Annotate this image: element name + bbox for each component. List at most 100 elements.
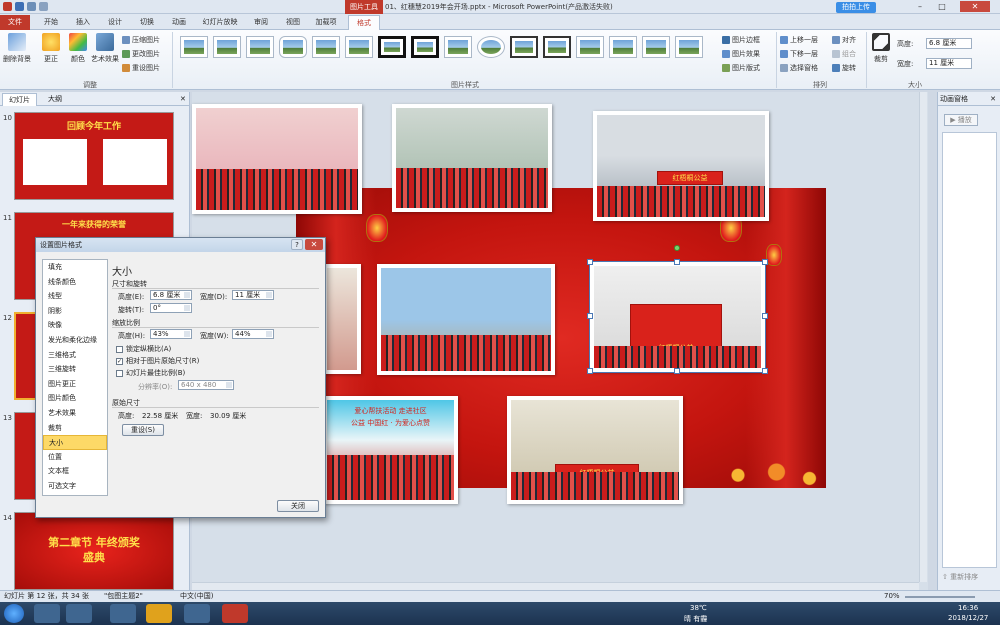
rotate-button[interactable]: 旋转 [832, 63, 856, 73]
picture-layout-button[interactable]: 图片版式 [722, 63, 760, 73]
category-3d-rotation[interactable]: 三维旋转 [43, 362, 107, 377]
picture-style-2[interactable] [213, 36, 241, 58]
category-3d-format[interactable]: 三维格式 [43, 348, 107, 363]
resize-handle[interactable] [674, 259, 680, 265]
help-button[interactable]: ? [291, 239, 303, 250]
resize-handle[interactable] [587, 313, 593, 319]
tab-view[interactable]: 视图 [280, 15, 306, 30]
remove-background-button[interactable]: 删除背景 [2, 33, 32, 64]
undo-icon[interactable] [27, 2, 36, 11]
tab-format[interactable]: 格式 [348, 15, 380, 30]
picture-style-5[interactable] [312, 36, 340, 58]
picture-style-7[interactable] [378, 36, 406, 58]
relative-size-checkbox[interactable]: ✓ 相对于图片原始尺寸(R) [116, 356, 199, 366]
picture-style-1[interactable] [180, 36, 208, 58]
best-scale-checkbox[interactable]: 幻灯片最佳比例(B) [116, 368, 185, 378]
resize-handle[interactable] [762, 313, 768, 319]
category-line-color[interactable]: 线条颜色 [43, 275, 107, 290]
close-pane-icon[interactable]: ✕ [990, 92, 996, 106]
category-position[interactable]: 位置 [43, 450, 107, 465]
cloud-upload[interactable]: 拍拍上传 [828, 1, 898, 13]
scale-height-input[interactable]: 43% [150, 329, 192, 339]
corrections-button[interactable]: 更正 [38, 33, 64, 64]
picture-style-6[interactable] [345, 36, 373, 58]
height-input[interactable]: 6.8 厘米 [926, 38, 972, 49]
reset-picture-button[interactable]: 重设图片 [122, 63, 160, 73]
selection-pane-button[interactable]: 选择窗格 [780, 63, 818, 73]
change-picture-button[interactable]: 更改图片 [122, 49, 160, 59]
tab-design[interactable]: 设计 [102, 15, 128, 30]
dialog-close-button[interactable]: ✕ [305, 239, 323, 250]
artistic-effects-button[interactable]: 艺术效果 [90, 33, 120, 64]
tab-slideshow[interactable]: 幻灯片放映 [198, 15, 242, 30]
color-button[interactable]: 颜色 [66, 33, 90, 64]
vertical-scrollbar[interactable] [919, 92, 927, 582]
category-artistic-effects[interactable]: 艺术效果 [43, 406, 107, 421]
tab-outline[interactable]: 大纲 [42, 93, 68, 106]
photo-7[interactable]: 爱心帮扶活动 走进社区 公益 中国红 · 为爱心点赞 [323, 396, 458, 504]
align-button[interactable]: 对齐 [832, 35, 856, 45]
picture-style-10[interactable] [477, 36, 505, 58]
tab-transitions[interactable]: 切换 [134, 15, 160, 30]
rotation-input[interactable]: 0° [150, 303, 192, 313]
resize-handle[interactable] [762, 259, 768, 265]
photo-3[interactable]: 红梧桐公益 [593, 111, 769, 221]
picture-style-15[interactable] [642, 36, 670, 58]
category-fill[interactable]: 填充 [43, 260, 107, 275]
animation-list[interactable] [942, 132, 997, 568]
category-picture-corrections[interactable]: 图片更正 [43, 377, 107, 392]
picture-effects-button[interactable]: 图片效果 [722, 49, 760, 59]
reorder-control[interactable]: ⇧ 重新排序 [942, 572, 978, 582]
taskbar-app[interactable] [66, 604, 92, 623]
taskbar-app[interactable] [146, 604, 172, 623]
close-button[interactable]: ✕ [960, 1, 990, 12]
resolution-select[interactable]: 640 x 480 [178, 380, 234, 390]
picture-style-3[interactable] [246, 36, 274, 58]
photo-2[interactable] [392, 104, 552, 212]
dialog-title-bar[interactable]: 设置图片格式 ? ✕ [36, 238, 325, 252]
category-picture-color[interactable]: 图片颜色 [43, 391, 107, 406]
slide-thumb-14[interactable]: 第二章节 年终颁奖盛典 [14, 512, 174, 590]
height-input[interactable]: 6.8 厘米 [150, 290, 192, 300]
picture-style-9[interactable] [444, 36, 472, 58]
width-input[interactable]: 11 厘米 [926, 58, 972, 69]
start-button[interactable] [4, 604, 24, 623]
photo-5[interactable] [377, 264, 555, 375]
lock-aspect-checkbox[interactable]: 锁定纵横比(A) [116, 344, 171, 354]
taskbar-powerpoint[interactable] [222, 604, 248, 623]
category-crop[interactable]: 裁剪 [43, 421, 107, 436]
tab-home[interactable]: 开始 [38, 15, 64, 30]
picture-style-12[interactable] [543, 36, 571, 58]
play-button[interactable]: ▶ 播放 [944, 114, 978, 126]
taskbar-app[interactable] [110, 604, 136, 623]
picture-style-13[interactable] [576, 36, 604, 58]
category-shadow[interactable]: 阴影 [43, 304, 107, 319]
picture-style-8[interactable] [411, 36, 439, 58]
photo-6-selected[interactable]: 红梧桐公益 [589, 261, 766, 373]
minimize-button[interactable]: – [910, 1, 930, 12]
photo-8[interactable]: 红梧桐公益 [507, 396, 683, 504]
resize-handle[interactable] [674, 368, 680, 374]
resize-handle[interactable] [762, 368, 768, 374]
close-pane-icon[interactable]: ✕ [174, 93, 192, 106]
zoom-slider[interactable] [905, 596, 975, 598]
tab-insert[interactable]: 插入 [70, 15, 96, 30]
save-icon[interactable] [15, 2, 24, 11]
category-alt-text[interactable]: 可选文字 [43, 479, 107, 494]
resize-handle[interactable] [587, 368, 593, 374]
reset-button[interactable]: 重设(S) [122, 424, 164, 436]
taskbar-app[interactable] [34, 604, 60, 623]
slide-thumb-10[interactable]: 回顾今年工作 [14, 112, 174, 200]
compress-pictures-button[interactable]: 压缩图片 [122, 35, 160, 45]
photo-4[interactable] [323, 264, 361, 374]
category-glow[interactable]: 发光和柔化边缘 [43, 333, 107, 348]
category-text-box[interactable]: 文本框 [43, 464, 107, 479]
width-input[interactable]: 11 厘米 [232, 290, 274, 300]
dialog-close-action-button[interactable]: 关闭 [277, 500, 319, 512]
photo-1[interactable] [192, 104, 362, 214]
bring-forward-button[interactable]: 上移一层 [780, 35, 818, 45]
horizontal-scrollbar[interactable] [192, 582, 919, 590]
tab-animations[interactable]: 动画 [166, 15, 192, 30]
category-reflection[interactable]: 映像 [43, 318, 107, 333]
rotate-handle[interactable] [674, 245, 680, 251]
